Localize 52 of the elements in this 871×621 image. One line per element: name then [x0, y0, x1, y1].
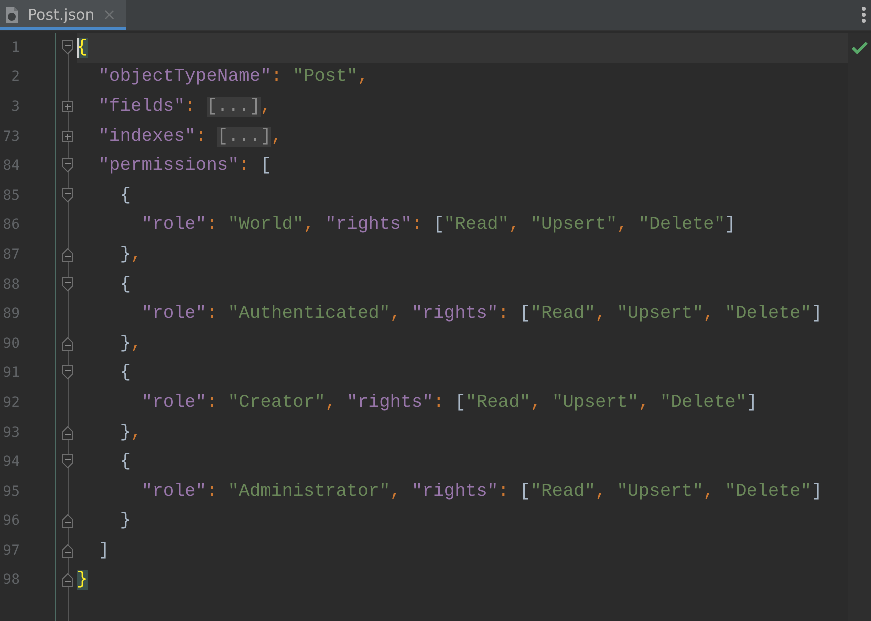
line-number: 84: [2, 158, 20, 174]
code-line: "indexes": [...],: [98, 126, 284, 149]
fold-end-icon[interactable]: [60, 512, 76, 530]
code-line: "permissions": [: [98, 155, 272, 178]
code-line: },: [119, 422, 143, 445]
fold-icon[interactable]: [60, 364, 76, 382]
fold-end-icon[interactable]: [60, 571, 76, 590]
code-line: {: [119, 451, 132, 474]
line-number: 88: [2, 276, 20, 293]
code-line: "role": "Creator", "rights": ["Read", "Upsert", "Delete"]: [140, 392, 759, 415]
line-number: 2: [10, 69, 20, 86]
line-number: 87: [2, 246, 20, 263]
code-line: },: [119, 332, 143, 356]
fold-icon[interactable]: [60, 453, 76, 472]
line-number: 90: [2, 336, 20, 352]
fold-end-icon[interactable]: [60, 334, 76, 353]
line-number: 3: [10, 98, 20, 115]
line-number: 95: [2, 484, 20, 500]
code-line: }: [119, 510, 132, 534]
fold-end-icon[interactable]: [60, 542, 76, 560]
line-number: 91: [2, 365, 20, 382]
check-icon[interactable]: [852, 41, 868, 55]
fold-icon[interactable]: [60, 38, 76, 57]
fold-icon[interactable]: [60, 186, 76, 205]
more-icon[interactable]: [861, 6, 867, 24]
line-number: 1: [10, 40, 20, 56]
code-line: "role": "Authenticated", "rights": ["Read", "Upsert", "Delete"]: [140, 303, 824, 326]
line-number: 86: [2, 217, 20, 234]
code-line: {: [119, 362, 132, 386]
file-icon: [4, 6, 20, 24]
code-line: "role": "Administrator", "rights": ["Read", "Upsert", "Delete"]: [140, 480, 824, 504]
line-number: 85: [2, 188, 20, 204]
code-line: "fields": [...],: [98, 96, 272, 119]
fold-end-icon[interactable]: [60, 246, 76, 264]
line-number: 73: [2, 128, 20, 145]
line-number: 96: [2, 513, 20, 530]
line-number: 93: [2, 424, 20, 441]
code-line: {: [119, 274, 132, 297]
fold-icon[interactable]: [60, 276, 76, 294]
line-number: 94: [2, 454, 20, 470]
code-line: {: [119, 184, 132, 208]
editor-tab[interactable]: Post.json ×: [0, 0, 126, 30]
line-number: 97: [2, 542, 20, 559]
code-line: "objectTypeName": "Post",: [98, 66, 370, 90]
fold-end-icon[interactable]: [60, 424, 76, 442]
code-line: "role": "World", "rights": ["Read", "Upsert", "Delete"]: [140, 214, 737, 238]
code-line: },: [119, 244, 143, 267]
line-number: 92: [2, 394, 20, 411]
fold-icon[interactable]: [60, 157, 76, 176]
line-number: 98: [2, 572, 20, 588]
line-number: 89: [2, 306, 20, 322]
code-line: ]: [98, 540, 110, 563]
